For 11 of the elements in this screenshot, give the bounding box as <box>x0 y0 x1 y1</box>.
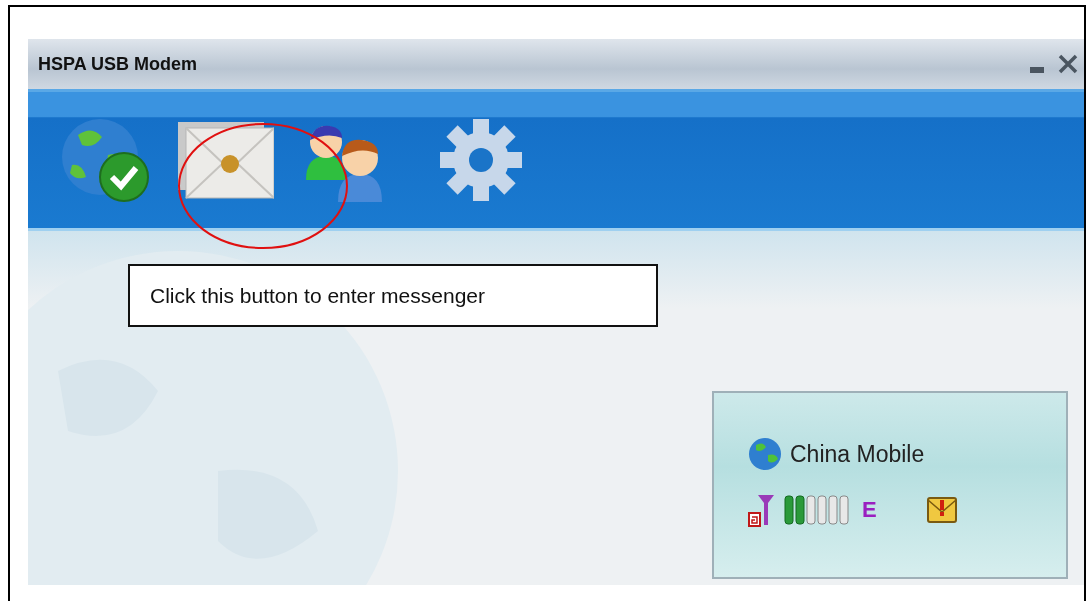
annotation-callout: Click this button to enter messenger <box>128 264 658 327</box>
globe-icon <box>748 437 782 471</box>
envelope-icon[interactable] <box>178 120 274 200</box>
message-alert-icon[interactable] <box>926 497 957 523</box>
close-icon[interactable] <box>1058 54 1078 74</box>
signal-bars-icon <box>784 495 850 525</box>
signal-antenna-icon <box>748 493 776 527</box>
window-title: HSPA USB Modem <box>38 53 197 75</box>
network-type: E <box>862 497 877 523</box>
operator-name: China Mobile <box>790 440 925 468</box>
settings-icon[interactable] <box>438 117 524 203</box>
